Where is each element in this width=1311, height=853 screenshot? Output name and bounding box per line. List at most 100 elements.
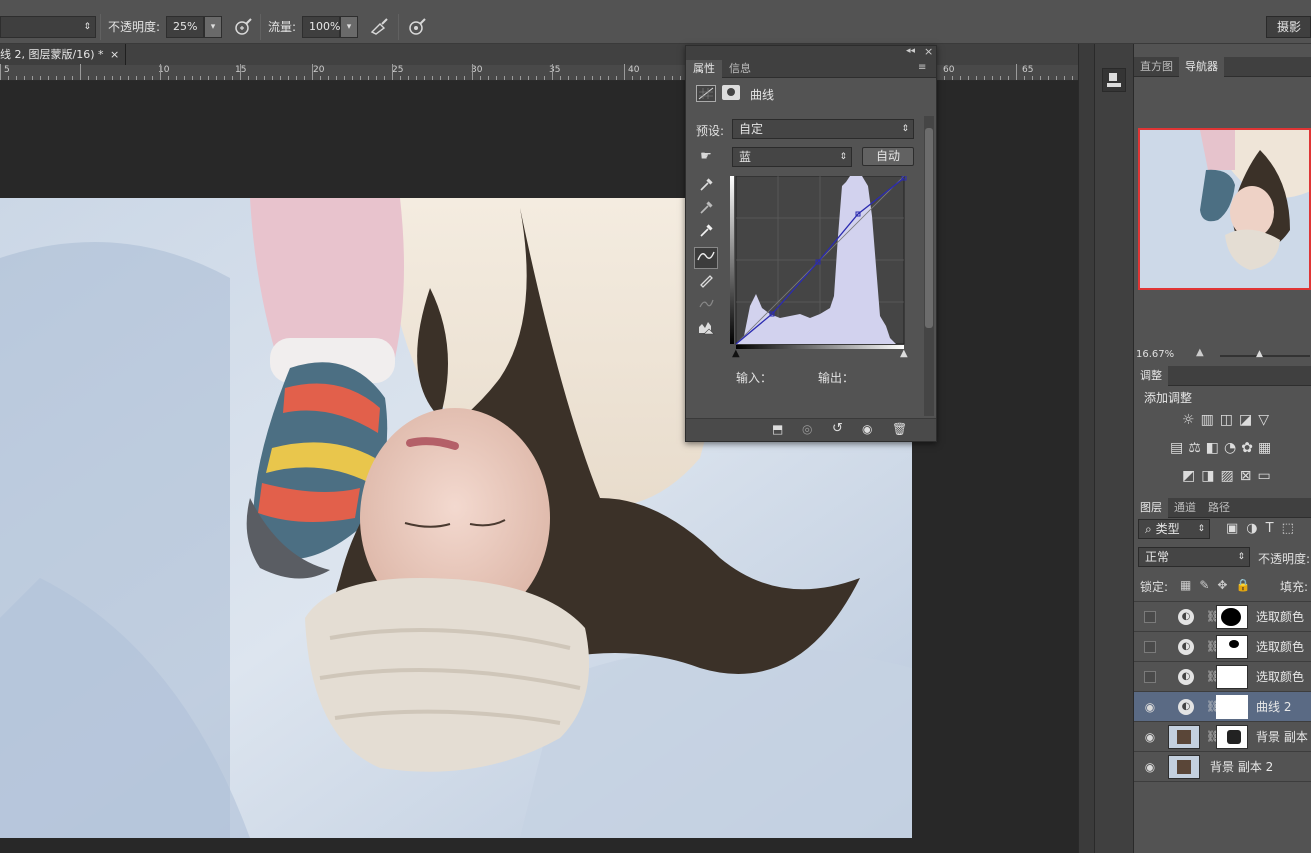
layer-mask-thumbnail[interactable]	[1216, 635, 1248, 659]
visibility-toggle[interactable]	[1144, 671, 1156, 683]
filter-type-icon[interactable]: T	[1266, 521, 1282, 536]
clone-source-icon[interactable]	[1102, 68, 1126, 92]
navigator-preview[interactable]	[1138, 128, 1311, 290]
close-tab-icon[interactable]: ×	[110, 44, 119, 65]
layer-row[interactable]: ◐ ⛓ 选取颜色	[1134, 602, 1311, 632]
smooth-curve-icon[interactable]	[695, 295, 717, 315]
channel-mixer-icon[interactable]: ✿	[1241, 440, 1258, 456]
properties-scrollbar[interactable]	[924, 116, 934, 416]
photo-filter-icon[interactable]: ◔	[1224, 440, 1241, 456]
layer-mask-thumbnail[interactable]	[1216, 725, 1248, 749]
lock-image-icon[interactable]: ✎	[1199, 578, 1217, 592]
layer-name[interactable]: 背景 副本	[1256, 722, 1308, 752]
black-point-eyedropper-icon[interactable]	[695, 176, 717, 196]
opacity-dropdown-button[interactable]: ▾	[204, 16, 222, 38]
zoom-value[interactable]: 16.67%	[1136, 349, 1174, 360]
view-previous-state-icon[interactable]: ◎	[802, 422, 812, 436]
layer-row[interactable]: ◉ 背景 副本 2	[1134, 752, 1311, 782]
tab-paths[interactable]: 路径	[1202, 498, 1236, 518]
filter-shape-icon[interactable]: ⬚	[1282, 521, 1302, 536]
exposure-icon[interactable]: ◪	[1239, 412, 1258, 428]
black-input-slider-icon[interactable]: ▲	[732, 348, 740, 359]
flow-input[interactable]: 100%	[302, 16, 340, 38]
filter-adjustment-icon[interactable]: ◑	[1246, 521, 1265, 536]
layer-row[interactable]: ◐ ⛓ 选取颜色	[1134, 662, 1311, 692]
posterize-icon[interactable]: ◨	[1201, 468, 1220, 484]
layer-name[interactable]: 曲线 2	[1256, 692, 1291, 722]
threshold-icon[interactable]: ▨	[1220, 468, 1239, 484]
layer-row-selected[interactable]: ◉ ◐ ⛓ 曲线 2	[1134, 692, 1311, 722]
curves-icon[interactable]: ◫	[1220, 412, 1239, 428]
layer-mask-thumbnail[interactable]	[1216, 665, 1248, 689]
invert-icon[interactable]: ◩	[1182, 468, 1201, 484]
hue-saturation-icon[interactable]: ▤	[1170, 440, 1188, 456]
selective-color-icon[interactable]: ⊠	[1240, 468, 1258, 484]
layer-mask-thumbnail[interactable]	[1216, 695, 1248, 719]
visibility-eye-icon[interactable]: ◉	[862, 422, 872, 436]
tab-adjustments[interactable]: 调整	[1134, 366, 1168, 386]
curves-graph[interactable]	[730, 175, 908, 346]
black-white-icon[interactable]: ◧	[1206, 440, 1224, 456]
layer-row[interactable]: ◐ ⛓ 选取颜色	[1134, 632, 1311, 662]
tab-navigator[interactable]: 导航器	[1179, 57, 1224, 77]
tablet-size-pressure-icon[interactable]	[406, 16, 428, 38]
on-image-adjust-hand-icon[interactable]: ☛	[695, 147, 717, 167]
vertical-scrollbar[interactable]	[1078, 44, 1094, 853]
filter-pixel-icon[interactable]: ▣	[1226, 521, 1246, 536]
delete-trash-icon[interactable]: 🗑	[892, 422, 907, 436]
visibility-toggle[interactable]	[1144, 611, 1156, 623]
layer-thumbnail[interactable]	[1168, 725, 1200, 749]
layer-name[interactable]: 背景 副本 2	[1210, 752, 1273, 782]
clipping-warning-icon[interactable]	[695, 319, 717, 339]
eye-icon[interactable]: ◉	[1142, 700, 1158, 714]
white-point-eyedropper-icon[interactable]	[695, 222, 717, 242]
scrollbar-thumb[interactable]	[925, 128, 933, 328]
layer-filter-dropdown[interactable]: ⌕ 类型 ⇕	[1138, 519, 1210, 539]
color-lookup-icon[interactable]: ▦	[1258, 440, 1276, 456]
layer-mask-thumbnail[interactable]	[1216, 605, 1248, 629]
document-tab[interactable]: 线 2, 图层蒙版/16) * ×	[0, 44, 126, 65]
workspace-switcher-button[interactable]: 摄影	[1266, 16, 1311, 38]
white-input-slider-icon[interactable]: ▲	[900, 348, 908, 359]
edit-points-curve-icon[interactable]	[694, 247, 718, 269]
channel-dropdown[interactable]: 蓝 ⇕	[732, 147, 852, 167]
layer-row[interactable]: ◉ ⛓ 背景 副本	[1134, 722, 1311, 752]
collapse-icon[interactable]: ◂◂	[906, 46, 915, 56]
flow-dropdown-button[interactable]: ▾	[340, 16, 358, 38]
reset-icon[interactable]: ↺	[832, 421, 843, 436]
dock-grip[interactable]	[1099, 48, 1131, 52]
brush-preset-dropdown[interactable]: ⇕	[0, 16, 96, 38]
tab-histogram[interactable]: 直方图	[1134, 57, 1179, 77]
panel-title-bar[interactable]: ◂◂ ×	[686, 45, 936, 60]
lock-transparent-icon[interactable]: ▦	[1180, 578, 1199, 592]
visibility-toggle[interactable]	[1144, 641, 1156, 653]
curves-adjustment-icon[interactable]	[696, 85, 716, 102]
zoom-out-icon[interactable]: ▲	[1196, 347, 1204, 358]
color-balance-icon[interactable]: ⚖	[1188, 440, 1206, 456]
draw-pencil-icon[interactable]	[695, 272, 717, 292]
levels-icon[interactable]: ▥	[1201, 412, 1220, 428]
opacity-input[interactable]: 25%	[166, 16, 204, 38]
lock-position-icon[interactable]: ✥	[1217, 578, 1235, 592]
layer-name[interactable]: 选取颜色	[1256, 602, 1304, 632]
eye-icon[interactable]: ◉	[1142, 760, 1158, 774]
tab-layers[interactable]: 图层	[1134, 498, 1168, 518]
layer-name[interactable]: 选取颜色	[1256, 662, 1304, 692]
lock-all-icon[interactable]: 🔒	[1235, 578, 1258, 592]
zoom-slider[interactable]	[1220, 355, 1310, 357]
preset-dropdown[interactable]: 自定 ⇕	[732, 119, 914, 139]
gradient-map-icon[interactable]: ▭	[1257, 468, 1276, 484]
brightness-contrast-icon[interactable]: ☼	[1182, 412, 1201, 428]
vibrance-icon[interactable]: ▽	[1258, 412, 1275, 428]
layer-name[interactable]: 选取颜色	[1256, 632, 1304, 662]
tab-info[interactable]: 信息	[722, 60, 758, 78]
auto-button[interactable]: 自动	[862, 147, 914, 166]
panel-menu-icon[interactable]: ≡	[918, 62, 926, 73]
clip-to-layer-icon[interactable]: ⬒	[772, 422, 783, 436]
close-panel-icon[interactable]: ×	[924, 45, 933, 58]
eye-icon[interactable]: ◉	[1142, 730, 1158, 744]
tab-channels[interactable]: 通道	[1168, 498, 1202, 518]
layer-mask-icon[interactable]	[722, 85, 740, 100]
tab-properties[interactable]: 属性	[686, 60, 722, 78]
zoom-slider-handle[interactable]: ▲	[1256, 349, 1263, 359]
